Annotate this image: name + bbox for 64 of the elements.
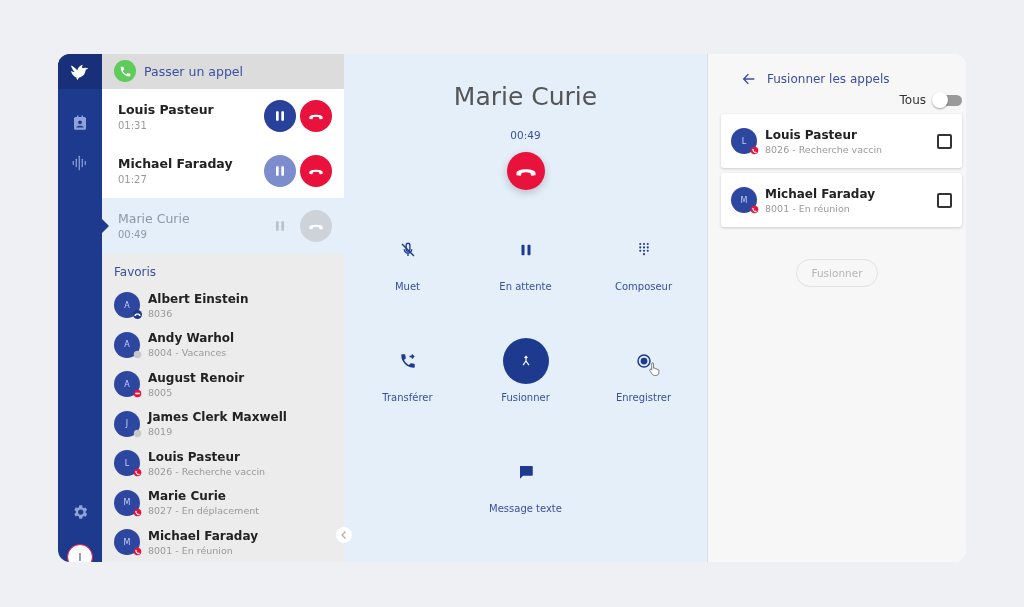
contact-avatar: A	[114, 331, 140, 358]
phone-forward-icon	[398, 352, 417, 370]
caller-name: Marie Curie	[118, 211, 191, 227]
sound-wave-icon[interactable]	[71, 154, 89, 172]
contact-detail: 8027 - En déplacement	[148, 505, 259, 517]
contact-card-icon[interactable]	[71, 114, 89, 132]
contact-avatar: A	[114, 371, 140, 398]
call-duration: 00:49	[118, 229, 148, 241]
select-all-label: Tous	[899, 93, 926, 107]
caller-name: Michael Faraday	[118, 156, 234, 172]
call-action-button[interactable]: En attente	[466, 214, 585, 305]
call-duration: 01:27	[118, 174, 148, 186]
contact-avatar: M	[731, 187, 757, 213]
contact-detail: 8004 - Vacances	[148, 347, 228, 359]
call-duration: 01:31	[118, 119, 148, 131]
panel-title: Fusionner les appels	[767, 72, 890, 86]
caller-name: Michael Faraday	[765, 186, 876, 201]
pause-button[interactable]	[264, 100, 296, 133]
section-title: Favoris	[114, 264, 158, 279]
contact-detail: 8005	[148, 386, 174, 398]
contact-name[interactable]: August Renoir	[148, 370, 245, 385]
contact-name[interactable]: Albert Einstein	[148, 291, 249, 306]
call-action-button[interactable]: Muet	[348, 214, 467, 305]
contact-detail: 8036	[148, 307, 174, 319]
contact-name[interactable]: James Clerk Maxwell	[148, 410, 287, 425]
contact-detail: 8019	[148, 426, 174, 438]
checkbox[interactable]	[937, 133, 952, 149]
contact-avatar: J	[114, 410, 140, 437]
contact-detail: 8026 - Recherche vaccin	[148, 465, 266, 477]
call-action-button[interactable]: Transférer	[348, 325, 467, 416]
call-action-button[interactable]: Enregistrer	[584, 325, 703, 416]
toggle-switch[interactable]	[934, 94, 962, 106]
caller-name: Louis Pasteur	[765, 127, 858, 142]
call-row[interactable]: Michael Faraday 01:27	[102, 143, 344, 198]
contact-name[interactable]: Marie Curie	[148, 489, 259, 504]
call-row[interactable]: Louis Pasteur 01:31	[102, 88, 344, 144]
contact-detail: 8001 - En réunion	[148, 544, 234, 556]
contact-avatar: M	[114, 489, 140, 516]
call-action-button[interactable]: Composeur	[584, 214, 703, 305]
contact-avatar: M	[114, 529, 140, 556]
caller-detail: 8026 - Recherche vaccin	[765, 143, 884, 155]
contact-avatar: A	[114, 292, 140, 319]
contact-name[interactable]: Andy Warhol	[148, 331, 235, 346]
back-arrow-icon[interactable]	[741, 71, 757, 87]
hand-cursor-icon	[647, 362, 660, 376]
contact-name[interactable]: Michael Faraday	[148, 528, 258, 543]
caller-name: Louis Pasteur	[118, 101, 215, 117]
user-avatar[interactable]: I	[67, 544, 93, 562]
record-icon	[634, 352, 653, 370]
contact-avatar: L	[731, 128, 757, 154]
caller-detail: 8001 - En réunion	[765, 202, 851, 214]
caller-name: Marie Curie	[453, 82, 598, 111]
call-action-button[interactable]: Message texte	[466, 436, 585, 527]
hang-up-button[interactable]	[300, 100, 332, 133]
hang-up-button[interactable]	[506, 152, 545, 190]
contact-avatar: L	[114, 450, 140, 477]
hang-up-button[interactable]	[300, 154, 332, 187]
make-call-bar[interactable]: Passer un appel	[102, 54, 344, 89]
contact-name[interactable]: Louis Pasteur	[148, 449, 266, 464]
make-call-label: Passer un appel	[144, 63, 243, 79]
phone-icon	[114, 60, 136, 83]
call-duration: 00:49	[510, 129, 541, 141]
checkbox[interactable]	[937, 192, 952, 208]
call-action-button[interactable]: Fusionner	[466, 325, 585, 416]
